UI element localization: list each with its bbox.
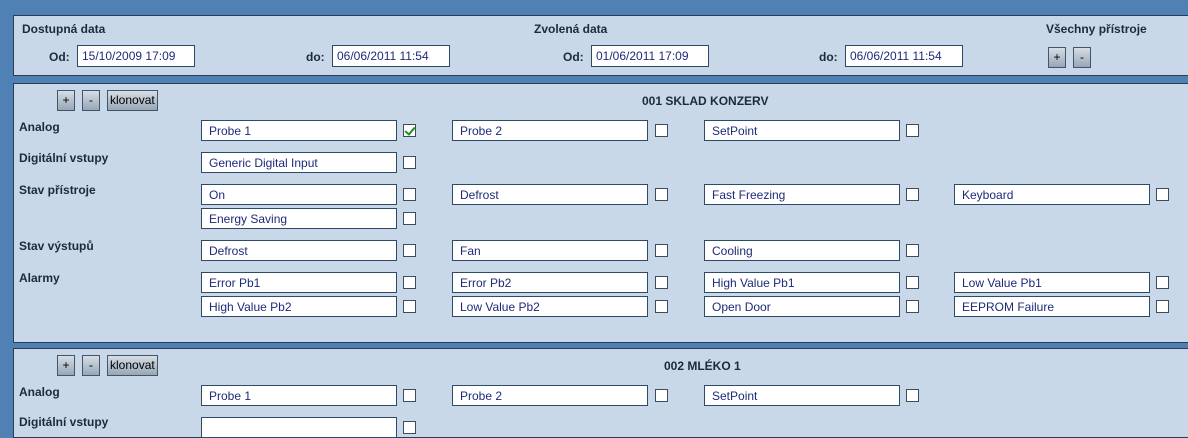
available-data-label: Dostupná data xyxy=(22,22,106,36)
alarm-field[interactable]: High Value Pb2 xyxy=(201,296,397,317)
selected-from-field[interactable]: 01/06/2011 17:09 xyxy=(591,45,709,67)
device-state-checkbox[interactable] xyxy=(403,188,416,201)
device-collapse-button[interactable]: - xyxy=(82,355,100,376)
alarm-checkbox[interactable] xyxy=(655,300,668,313)
output-state-checkbox[interactable] xyxy=(403,244,416,257)
output-state-checkbox[interactable] xyxy=(655,244,668,257)
alarm-checkbox[interactable] xyxy=(403,300,416,313)
analog-field[interactable]: Probe 1 xyxy=(201,385,397,406)
analog-checkbox[interactable] xyxy=(403,389,416,402)
analog-checkbox[interactable] xyxy=(655,124,668,137)
alarm-field[interactable]: Low Value Pb1 xyxy=(954,272,1150,293)
output-state-label: Stav výstupů xyxy=(19,239,94,253)
alarm-checkbox[interactable] xyxy=(655,276,668,289)
selected-to-label: do: xyxy=(819,50,838,64)
selected-from-label: Od: xyxy=(563,50,584,64)
output-state-checkbox[interactable] xyxy=(906,244,919,257)
available-from-field[interactable]: 15/10/2009 17:09 xyxy=(77,45,195,67)
device-state-checkbox[interactable] xyxy=(655,188,668,201)
analog-checkbox[interactable] xyxy=(655,389,668,402)
alarm-field[interactable]: High Value Pb1 xyxy=(704,272,900,293)
all-devices-collapse-button[interactable]: - xyxy=(1073,47,1091,68)
alarm-field[interactable]: Error Pb1 xyxy=(201,272,397,293)
analog-field[interactable]: Probe 1 xyxy=(201,120,397,141)
digital-inputs-label: Digitální vstupy xyxy=(19,151,109,165)
alarms-label: Alarmy xyxy=(19,271,60,285)
device-clone-button[interactable]: klonovat xyxy=(107,355,158,376)
device-state-field[interactable]: Fast Freezing xyxy=(704,184,900,205)
analog-checkbox[interactable] xyxy=(906,124,919,137)
output-state-field[interactable]: Cooling xyxy=(704,240,900,261)
analog-field[interactable]: SetPoint xyxy=(704,120,900,141)
device-state-checkbox[interactable] xyxy=(1156,188,1169,201)
analog-field[interactable]: Probe 2 xyxy=(452,385,648,406)
alarm-field[interactable]: Error Pb2 xyxy=(452,272,648,293)
alarm-field[interactable]: EEPROM Failure xyxy=(954,296,1150,317)
device-expand-button[interactable]: + xyxy=(57,90,75,111)
device-state-field[interactable]: Defrost xyxy=(452,184,648,205)
device-state-field[interactable]: Energy Saving xyxy=(201,208,397,229)
available-to-field[interactable]: 06/06/2011 11:54 xyxy=(332,45,450,67)
selected-data-label: Zvolená data xyxy=(534,22,608,36)
alarm-field[interactable]: Low Value Pb2 xyxy=(452,296,648,317)
device-expand-button[interactable]: + xyxy=(57,355,75,376)
device-collapse-button[interactable]: - xyxy=(82,90,100,111)
alarm-checkbox[interactable] xyxy=(1156,276,1169,289)
device-title: 002 MLÉKO 1 xyxy=(664,359,741,373)
device-state-checkbox[interactable] xyxy=(906,188,919,201)
selected-to-field[interactable]: 06/06/2011 11:54 xyxy=(845,45,963,67)
alarm-checkbox[interactable] xyxy=(403,276,416,289)
analog-label: Analog xyxy=(19,385,60,399)
digital-input-field[interactable] xyxy=(201,417,397,438)
device-title: 001 SKLAD KONZERV xyxy=(642,94,769,108)
device-clone-button[interactable]: klonovat xyxy=(107,90,158,111)
analog-checkbox[interactable] xyxy=(906,389,919,402)
alarm-field[interactable]: Open Door xyxy=(704,296,900,317)
analog-field[interactable]: Probe 2 xyxy=(452,120,648,141)
analog-checkbox[interactable] xyxy=(403,124,416,137)
available-to-label: do: xyxy=(306,50,325,64)
alarm-checkbox[interactable] xyxy=(1156,300,1169,313)
device-state-field[interactable]: Keyboard xyxy=(954,184,1150,205)
alarm-checkbox[interactable] xyxy=(906,300,919,313)
all-devices-expand-button[interactable]: + xyxy=(1048,47,1066,68)
device-panel: + - klonovat 001 SKLAD KONZERV Analog Pr… xyxy=(13,83,1188,343)
all-devices-label: Všechny přístroje xyxy=(1046,22,1147,36)
digital-input-checkbox[interactable] xyxy=(403,156,416,169)
digital-input-field[interactable]: Generic Digital Input xyxy=(201,152,397,173)
analog-field[interactable]: SetPoint xyxy=(704,385,900,406)
analog-label: Analog xyxy=(19,120,60,134)
alarm-checkbox[interactable] xyxy=(906,276,919,289)
device-state-label: Stav přístroje xyxy=(19,183,96,197)
digital-inputs-label: Digitální vstupy xyxy=(19,415,109,429)
device-panel: + - klonovat 002 MLÉKO 1 Analog Probe 1 … xyxy=(13,348,1188,438)
output-state-field[interactable]: Fan xyxy=(452,240,648,261)
device-state-field[interactable]: On xyxy=(201,184,397,205)
device-state-checkbox[interactable] xyxy=(403,212,416,225)
date-filter-panel: Dostupná data Zvolená data Všechny příst… xyxy=(13,15,1188,76)
output-state-field[interactable]: Defrost xyxy=(201,240,397,261)
available-from-label: Od: xyxy=(49,50,70,64)
